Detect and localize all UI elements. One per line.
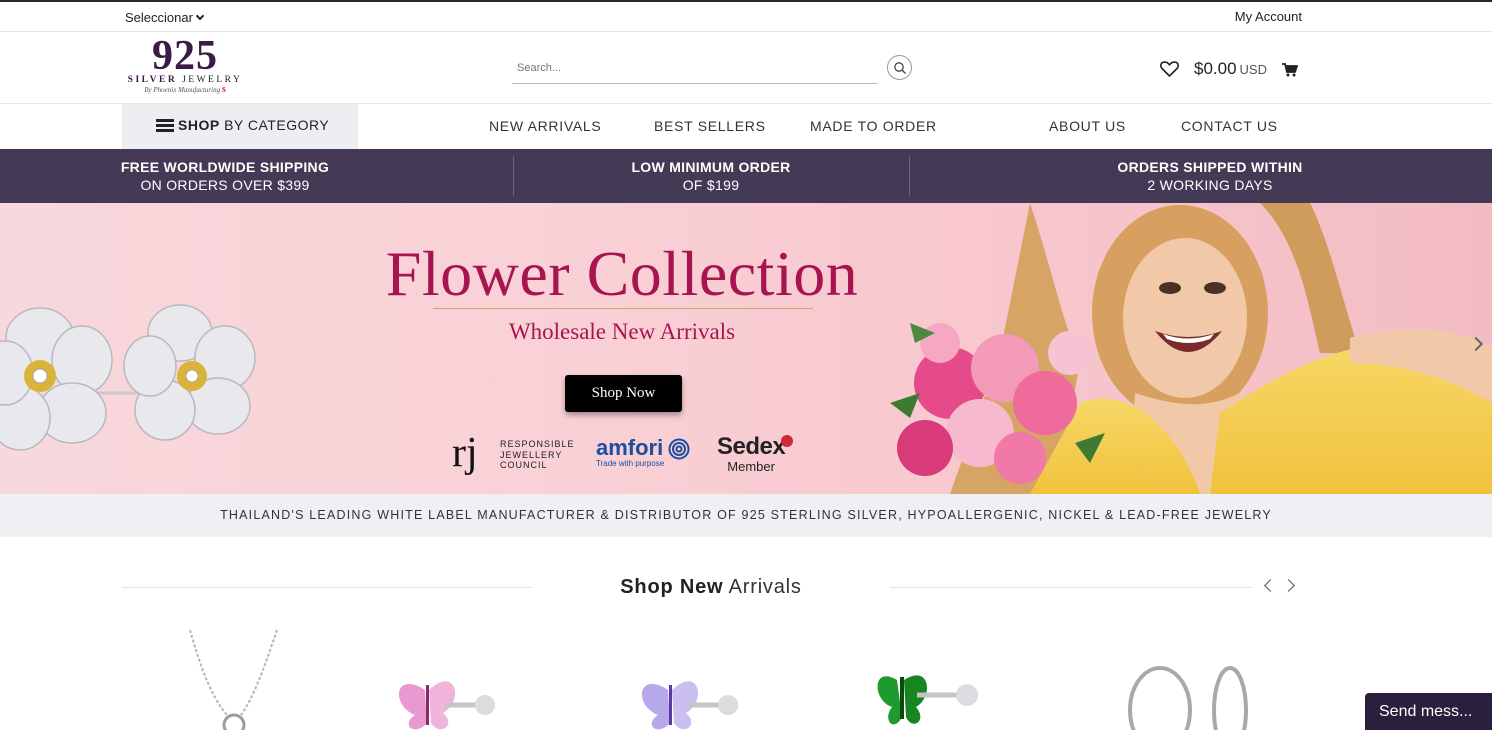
logo[interactable]: 925 SILVER JEWELRY By Phoenix Manufactur… [122, 33, 248, 98]
cart-icon[interactable] [1282, 63, 1298, 77]
section-title-rest: Arrivals [723, 576, 802, 598]
promo-shipping: FREE WORLDWIDE SHIPPING ON ORDERS OVER $3… [100, 158, 350, 194]
promo-minimum-title: LOW MINIMUM ORDER [631, 159, 791, 175]
promo-bar: FREE WORLDWIDE SHIPPING ON ORDERS OVER $3… [0, 149, 1492, 203]
sedex-member: Member [727, 459, 775, 474]
hero-divider [433, 308, 813, 309]
send-message-chat-button[interactable]: Send mess... [1365, 693, 1492, 730]
product-green-butterfly-image[interactable] [872, 625, 1032, 730]
logo-jewelry: JEWELRY [182, 75, 243, 85]
rjc-line2: JEWELLERY [500, 449, 563, 460]
section-title: Shop New Arrivals [532, 576, 890, 599]
wishlist-heart-icon[interactable] [1160, 61, 1179, 77]
product-necklace-image[interactable] [165, 625, 325, 730]
logo-byline: By Phoenix Manufacturing S [122, 86, 248, 94]
promo-divider [909, 156, 910, 196]
carousel-next-icon[interactable] [1282, 579, 1295, 592]
section-rule-right [890, 587, 1252, 588]
carousel-prev-icon[interactable] [1264, 579, 1277, 592]
promo-minimum: LOW MINIMUM ORDER OF $199 [586, 158, 836, 194]
promo-divider [513, 156, 514, 196]
cart-total[interactable]: $0.00 USD [1194, 59, 1267, 79]
nav-contact-us[interactable]: CONTACT US [1181, 118, 1278, 134]
rjc-line3: COUNCIL [500, 460, 548, 470]
shop-rest: BY CATEGORY [219, 117, 330, 133]
model-with-flowers-image [890, 203, 1492, 494]
my-account-link[interactable]: My Account [1235, 9, 1302, 24]
main-nav: SHOP BY CATEGORY NEW ARRIVALS BEST SELLE… [0, 104, 1492, 149]
promo-dispatch-detail: 2 WORKING DAYS [1147, 177, 1273, 193]
amfori-name: amfori [596, 435, 664, 460]
amfori-badge: amfori Trade with purpose [596, 435, 690, 468]
sedex-dot-icon [781, 435, 794, 447]
promo-shipping-title: FREE WORLDWIDE SHIPPING [120, 159, 330, 175]
nav-about-us[interactable]: ABOUT US [1049, 118, 1126, 134]
logo-number: 925 [152, 33, 218, 79]
tagline-bar: THAILAND'S LEADING WHITE LABEL MANUFACTU… [0, 494, 1492, 537]
rjc-line1: RESPONSIBLE [500, 439, 575, 449]
logo-silver: SILVER [127, 75, 178, 85]
promo-dispatch: ORDERS SHIPPED WITHIN 2 WORKING DAYS [1090, 158, 1330, 194]
shop-bold: SHOP [178, 117, 220, 133]
hamburger-menu-icon [156, 119, 174, 132]
hero-banner[interactable]: Flower Collection Wholesale New Arrivals… [0, 203, 1492, 494]
product-purple-butterfly-image[interactable] [628, 625, 788, 730]
chevron-down-icon [195, 11, 205, 21]
sedex-name: Sedex [717, 433, 786, 460]
promo-shipping-detail: ON ORDERS OVER $399 [140, 177, 310, 193]
shop-now-button[interactable]: Shop Now [565, 375, 682, 412]
site-header: 925 SILVER JEWELRY By Phoenix Manufactur… [0, 32, 1492, 104]
cart-currency: USD [1239, 62, 1267, 77]
search-input[interactable] [512, 54, 878, 82]
promo-dispatch-title: ORDERS SHIPPED WITHIN [1117, 159, 1303, 175]
amfori-tagline: Trade with purpose [596, 459, 665, 468]
nav-new-arrivals[interactable]: NEW ARRIVALS [489, 118, 601, 134]
search-box [512, 54, 878, 84]
sedex-badge: Sedex Member [717, 433, 794, 474]
hero-subtitle: Wholesale New Arrivals [508, 319, 736, 344]
search-button[interactable] [887, 55, 912, 80]
cart-amount: $0.00 [1194, 59, 1237, 78]
rjc-text: RESPONSIBLE JEWELLERY COUNCIL [500, 439, 575, 471]
flower-earrings-image [0, 304, 256, 451]
product-pink-butterfly-image[interactable] [385, 625, 545, 730]
search-icon [894, 62, 906, 74]
section-rule-left [122, 587, 532, 588]
amfori-ring-icon [668, 438, 690, 460]
rjc-logo-mark: rj [452, 430, 478, 476]
nav-best-sellers[interactable]: BEST SELLERS [654, 118, 766, 134]
product-hoop-earrings-image[interactable] [1120, 625, 1280, 730]
rjc-badge: rj RESPONSIBLE JEWELLERY COUNCIL [452, 430, 577, 479]
shop-by-category-button[interactable]: SHOP BY CATEGORY [122, 104, 358, 149]
nav-made-to-order[interactable]: MADE TO ORDER [810, 118, 937, 134]
hero-title: Flower Collection [385, 238, 859, 309]
shop-label: SHOP BY CATEGORY [178, 117, 329, 133]
language-selector[interactable]: Seleccionar [125, 10, 205, 25]
promo-minimum-detail: OF $199 [682, 177, 740, 193]
logo-maker: By Phoenix Manufacturing [144, 86, 221, 94]
top-bar: Seleccionar My Account [0, 2, 1492, 32]
logo-mark: S [221, 86, 226, 94]
logo-text: SILVER JEWELRY [122, 75, 248, 85]
section-title-bold: Shop New [620, 576, 724, 598]
language-label: Seleccionar [125, 10, 193, 25]
